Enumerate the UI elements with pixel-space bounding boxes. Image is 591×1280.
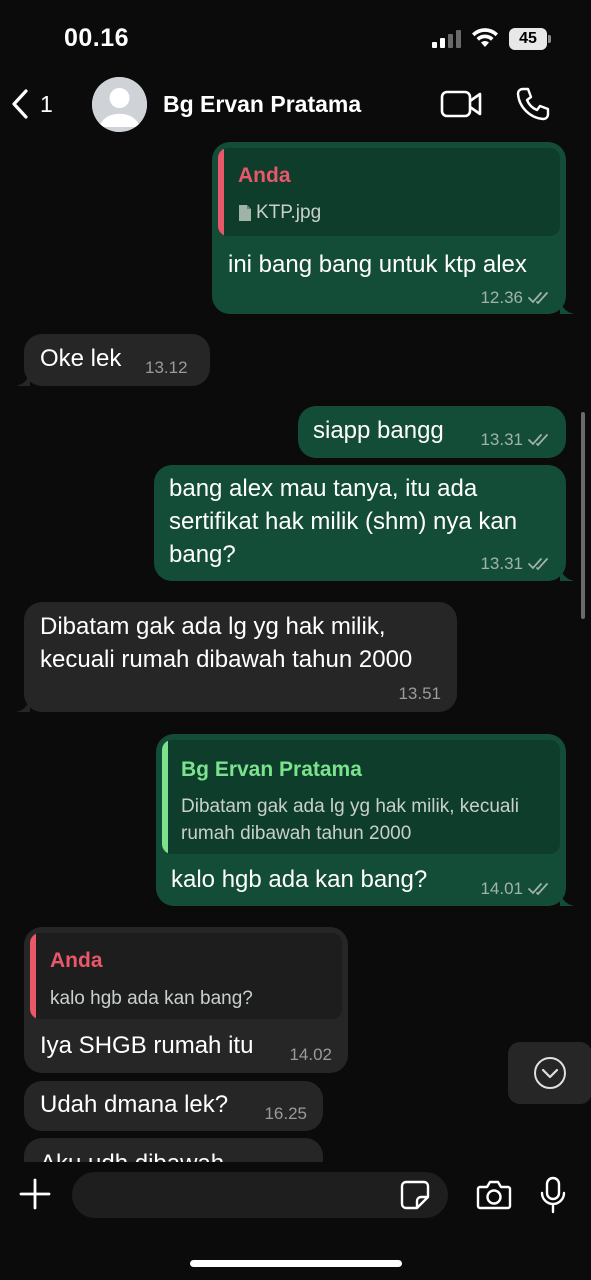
status-time: 00.16: [64, 24, 130, 52]
message-meta: 13.51: [398, 684, 441, 704]
quote-bar: [30, 933, 36, 1019]
battery-indicator: 45: [509, 28, 551, 50]
back-button[interactable]: 1: [10, 84, 62, 124]
message-bubble-outgoing[interactable]: bang alex mau tanya, itu ada sertifikat …: [154, 465, 574, 581]
message-text: Aku udh dibawah: [40, 1147, 224, 1162]
message-text: ini bang bang untuk ktp alex: [228, 251, 527, 278]
message-bubble-outgoing[interactable]: Anda KTP.jpg ini bang bang untuk ktp ale…: [212, 142, 574, 314]
message-time: 13.51: [398, 684, 441, 703]
plus-icon[interactable]: [18, 1177, 52, 1211]
camera-icon[interactable]: [476, 1179, 512, 1211]
unread-count: 1: [40, 90, 53, 117]
quote-text: kalo hgb ada kan bang?: [50, 988, 253, 1009]
video-call-icon[interactable]: [440, 88, 482, 120]
chevron-down-circle-icon: [534, 1057, 566, 1089]
double-check-icon: [528, 558, 548, 571]
phone-call-icon[interactable]: [515, 86, 551, 122]
double-check-icon: [528, 292, 548, 305]
scrollbar[interactable]: [581, 412, 585, 619]
message-text-line: bang?: [169, 541, 236, 568]
message-bubble-outgoing[interactable]: siapp bangg 13.31: [298, 406, 566, 458]
status-bar: 00.16 45: [0, 0, 591, 70]
message-time: 13.12: [145, 358, 188, 377]
quote-bar: [218, 148, 224, 236]
message-meta: 16.25: [264, 1104, 307, 1124]
quote-author: Anda: [50, 949, 103, 972]
default-avatar-icon: [92, 77, 147, 132]
quote-author: Bg Ervan Pratama: [181, 758, 362, 781]
quote-text-line: Dibatam gak ada lg yg hak milik, kecuali: [181, 796, 519, 817]
scroll-to-bottom-button[interactable]: [508, 1042, 591, 1104]
chevron-left-icon: [12, 89, 28, 119]
double-check-icon: [528, 883, 548, 896]
cellular-signal-icon: [432, 30, 461, 48]
sticker-icon[interactable]: [400, 1180, 430, 1210]
message-meta: 12.36: [480, 288, 552, 308]
message-time: 12.36: [480, 288, 523, 307]
bubble-tail: [16, 698, 30, 712]
message-meta: 13.31: [480, 430, 552, 450]
message-text-line: bang alex mau tanya, itu ada: [169, 475, 478, 502]
message-bubble-outgoing[interactable]: Bg Ervan Pratama Dibatam gak ada lg yg h…: [156, 734, 574, 906]
message-time: 14.01: [480, 879, 523, 898]
quote-file-name: KTP.jpg: [256, 202, 322, 223]
message-bubble-incoming[interactable]: Anda kalo hgb ada kan bang? Iya SHGB rum…: [24, 927, 348, 1073]
message-bubble-incoming[interactable]: Aku udh dibawah: [24, 1138, 323, 1162]
message-text-line: kecuali rumah dibawah tahun 2000: [40, 646, 413, 673]
message-text: kalo hgb ada kan bang?: [171, 866, 428, 893]
bubble-tail: [560, 567, 574, 581]
message-list[interactable]: Anda KTP.jpg ini bang bang untuk ktp ale…: [0, 140, 591, 1162]
home-indicator: [190, 1260, 402, 1267]
quote-text-line: rumah dibawah tahun 2000: [181, 823, 412, 844]
message-time: 13.31: [480, 430, 523, 449]
message-text: siapp bangg: [313, 417, 444, 444]
message-bubble-incoming[interactable]: Udah dmana lek? 16.25: [24, 1081, 323, 1131]
message-meta: 14.01: [480, 879, 552, 899]
document-icon: [239, 205, 251, 221]
message-meta: 13.31: [480, 554, 552, 574]
chat-header: 1 Bg Ervan Pratama: [0, 70, 591, 140]
contact-name[interactable]: Bg Ervan Pratama: [163, 91, 361, 118]
message-input[interactable]: [72, 1172, 448, 1218]
message-text: Iya SHGB rumah itu: [40, 1032, 254, 1059]
quoted-message[interactable]: Bg Ervan Pratama Dibatam gak ada lg yg h…: [162, 740, 560, 854]
contact-avatar[interactable]: [92, 77, 147, 132]
double-check-icon: [528, 434, 548, 447]
message-bubble-incoming[interactable]: Oke lek 13.12: [16, 334, 210, 386]
message-text: Udah dmana lek?: [40, 1091, 229, 1118]
bubble-tail: [16, 372, 30, 386]
message-time: 13.31: [480, 554, 523, 573]
wifi-icon: [472, 28, 498, 47]
message-bubble-incoming[interactable]: Dibatam gak ada lg yg hak milik, kecuali…: [16, 602, 457, 712]
composer-bar: [0, 1162, 591, 1280]
quoted-message[interactable]: Anda kalo hgb ada kan bang?: [30, 933, 342, 1019]
bubble-tail: [560, 300, 574, 314]
quote-author: Anda: [238, 164, 291, 187]
message-meta: 13.12: [145, 358, 188, 378]
message-text: Oke lek: [40, 345, 122, 372]
message-meta: 14.02: [289, 1045, 332, 1065]
message-text-line: sertifikat hak milik (shm) nya kan: [169, 508, 518, 535]
message-text-line: Dibatam gak ada lg yg hak milik,: [40, 613, 386, 640]
quote-bar: [162, 740, 168, 854]
quoted-message[interactable]: Anda KTP.jpg: [218, 148, 560, 236]
message-time: 14.02: [289, 1045, 332, 1064]
message-time: 16.25: [264, 1104, 307, 1123]
battery-level: 45: [509, 28, 547, 50]
microphone-icon[interactable]: [540, 1176, 566, 1214]
battery-nub: [548, 35, 551, 43]
quote-file: KTP.jpg: [238, 202, 321, 224]
bubble-tail: [560, 892, 574, 906]
